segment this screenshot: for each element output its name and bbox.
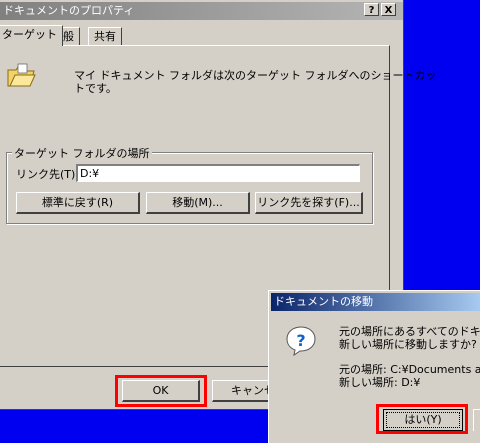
move-message-line2: 新しい場所に移動しますか?	[339, 338, 477, 351]
next-button-edge[interactable]	[473, 409, 480, 431]
move-to-line: 新しい場所: D:¥	[339, 376, 421, 389]
description-line2: トです。	[74, 82, 117, 95]
tab-sharing[interactable]: 共有	[88, 27, 122, 46]
ok-highlight	[115, 375, 207, 407]
help-button[interactable]: ?	[364, 3, 379, 16]
link-label: リンク先(T):	[16, 168, 80, 181]
description-line1: マイ ドキュメント フォルダは次のターゲット フォルダへのショートカッ	[74, 69, 437, 82]
move-titlebar: ドキュメントの移動	[271, 293, 480, 311]
properties-title: ドキュメントのプロパティ	[3, 4, 135, 17]
folder-icon	[6, 62, 36, 88]
close-button[interactable]: X	[381, 3, 396, 16]
properties-titlebar: ドキュメントのプロパティ	[0, 2, 403, 20]
group-label: ターゲット フォルダの場所	[12, 145, 152, 161]
question-glyph: ?	[296, 331, 305, 350]
move-label: 移動(M)...	[172, 196, 223, 209]
move-title: ドキュメントの移動	[274, 295, 373, 308]
tab-target-label: ターゲット	[2, 28, 57, 41]
find-target-button[interactable]: リンク先を探す(F)...	[255, 192, 363, 214]
yes-highlight	[376, 404, 468, 434]
find-target-label: リンク先を探す(F)...	[257, 196, 360, 209]
move-button[interactable]: 移動(M)...	[146, 192, 250, 214]
tab-sharing-label: 共有	[94, 30, 116, 43]
link-input[interactable]	[76, 164, 360, 182]
restore-default-label: 標準に戻す(R)	[41, 196, 114, 209]
question-icon: ?	[285, 325, 317, 357]
restore-default-button[interactable]: 標準に戻す(R)	[16, 192, 140, 214]
tab-target[interactable]: ターゲット	[0, 25, 63, 46]
